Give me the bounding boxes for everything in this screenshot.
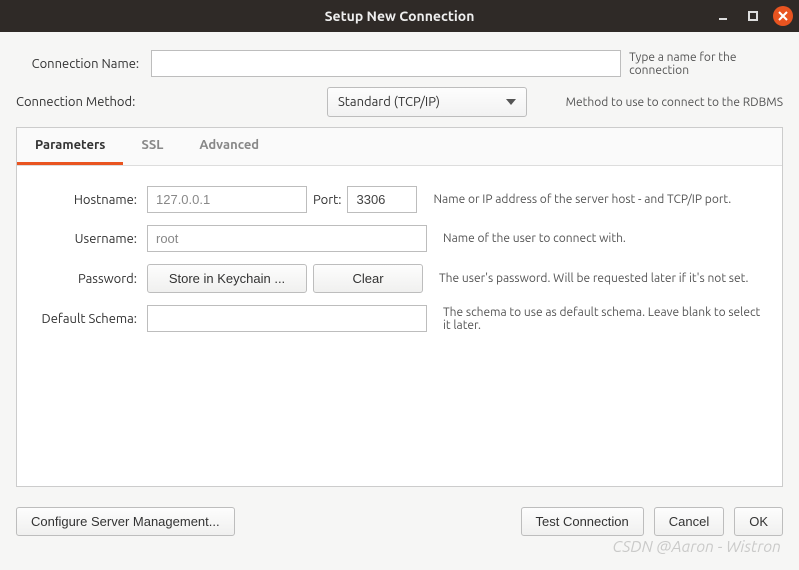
default-schema-label: Default Schema: [31, 312, 141, 326]
hostname-label: Hostname: [31, 193, 141, 207]
tab-ssl[interactable]: SSL [123, 128, 181, 165]
connection-method-select[interactable]: Standard (TCP/IP) [327, 87, 527, 117]
ok-button[interactable]: OK [734, 507, 783, 536]
username-help: Name of the user to connect with. [443, 232, 768, 245]
hostname-help: Name or IP address of the server host - … [433, 193, 768, 206]
window-title: Setup New Connection [0, 8, 799, 24]
configure-server-button[interactable]: Configure Server Management... [16, 507, 235, 536]
tab-advanced[interactable]: Advanced [181, 128, 277, 165]
chevron-down-icon [506, 99, 516, 105]
connection-method-label: Connection Method: [16, 95, 156, 109]
cancel-button[interactable]: Cancel [654, 507, 724, 536]
password-label: Password: [31, 272, 141, 286]
connection-method-value: Standard (TCP/IP) [338, 95, 440, 109]
default-schema-help: The schema to use as default schema. Lea… [443, 306, 768, 332]
clear-password-button[interactable]: Clear [313, 264, 423, 293]
tabs-container: Parameters SSL Advanced Hostname: Port: … [16, 127, 783, 487]
test-connection-button[interactable]: Test Connection [521, 507, 644, 536]
connection-name-input[interactable] [151, 50, 621, 77]
tab-body-parameters: Hostname: Port: Name or IP address of th… [17, 166, 782, 486]
hostname-input[interactable] [147, 186, 307, 213]
connection-name-label: Connection Name: [16, 57, 143, 71]
tab-parameters[interactable]: Parameters [17, 128, 123, 165]
port-input[interactable] [347, 186, 417, 213]
connection-name-hint: Type a name for the connection [629, 51, 783, 77]
store-keychain-button[interactable]: Store in Keychain ... [147, 264, 307, 293]
username-input[interactable] [147, 225, 427, 252]
username-label: Username: [31, 232, 141, 246]
password-help: The user's password. Will be requested l… [439, 272, 768, 285]
close-icon[interactable] [773, 6, 793, 26]
maximize-icon[interactable] [743, 6, 763, 26]
titlebar: Setup New Connection [0, 0, 799, 32]
default-schema-input[interactable] [147, 305, 427, 332]
connection-method-hint: Method to use to connect to the RDBMS [566, 96, 783, 109]
minimize-icon[interactable] [713, 6, 733, 26]
port-label: Port: [313, 193, 341, 207]
